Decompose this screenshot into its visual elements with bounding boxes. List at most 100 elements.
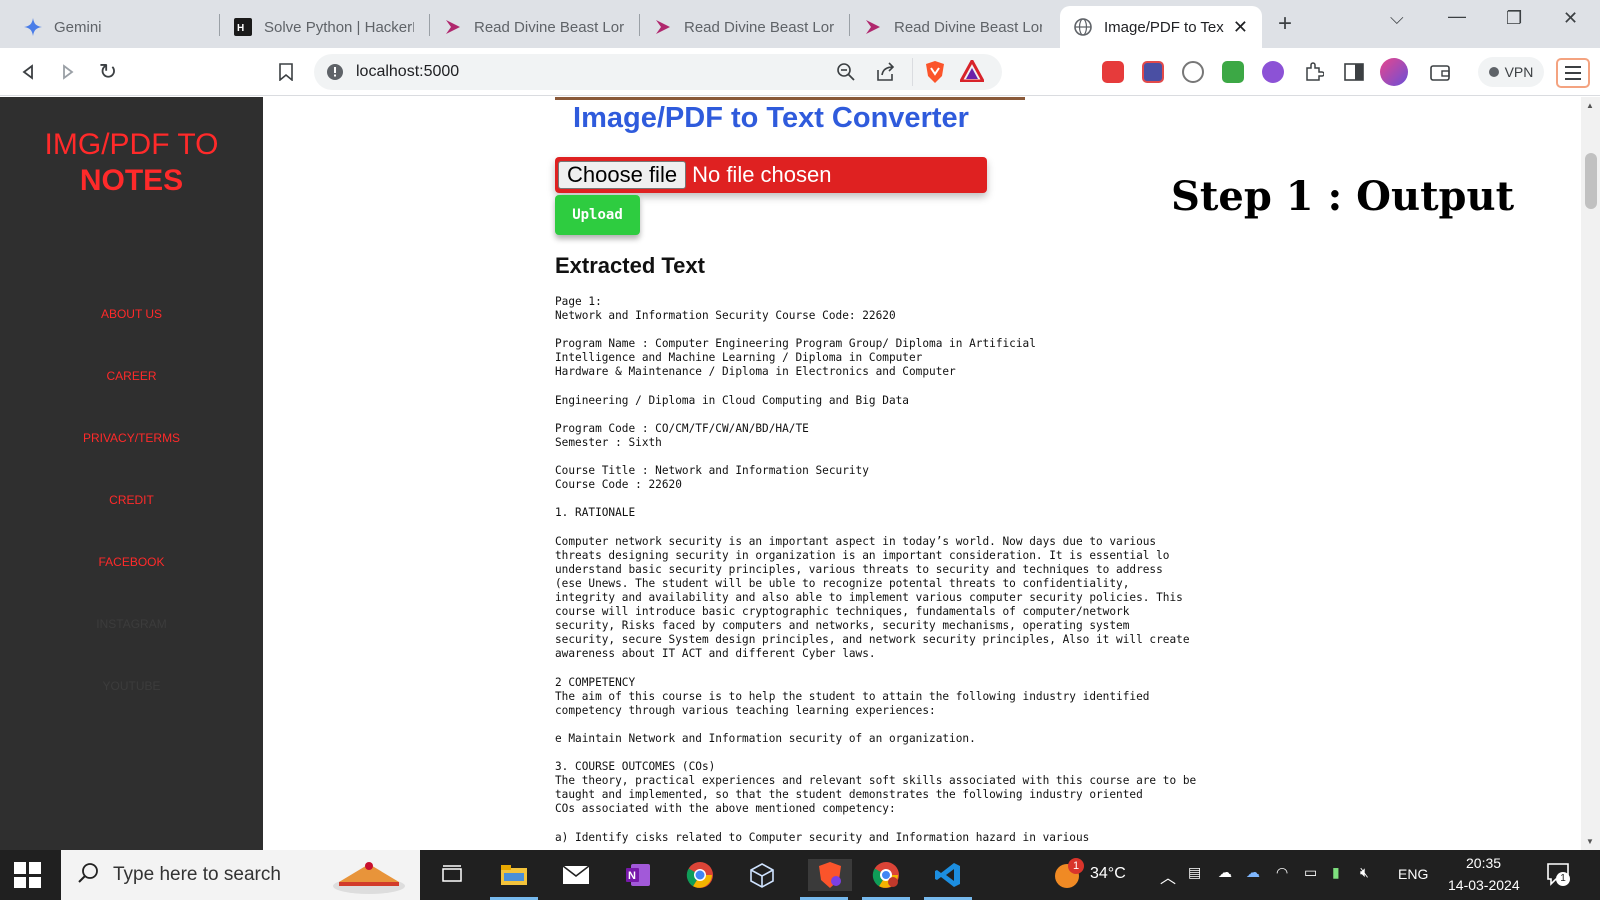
nav-career[interactable]: CAREER [0, 369, 263, 383]
onedrive-cloud-icon[interactable]: ☁ [1218, 864, 1232, 881]
wallet-icon[interactable] [1428, 60, 1452, 84]
windows-start-icon[interactable] [14, 862, 42, 888]
brave-rewards-icon[interactable] [958, 57, 986, 87]
tab-title: Gemini [54, 18, 102, 36]
display-icon[interactable]: ▭ [1304, 864, 1317, 881]
vscode-icon[interactable] [932, 859, 964, 891]
file-explorer-icon[interactable] [498, 859, 530, 891]
browser-tab-strip: Gemini H Solve Python | HackerR Read Div… [0, 0, 1600, 48]
tab-gemini[interactable]: Gemini [10, 6, 218, 48]
scroll-down-icon[interactable]: ▼ [1586, 837, 1594, 846]
clock-time[interactable]: 20:35 [1466, 855, 1501, 871]
extracted-text-line: awareness about IT ACT and different Cyb… [555, 647, 876, 661]
brand-line-1: IMG/PDF TO [44, 128, 219, 161]
nav-privacy-terms[interactable]: PRIVACY/TERMS [0, 431, 263, 445]
extracted-text-line: a) Identify cisks related to Computer se… [555, 830, 1090, 844]
extracted-text-line: threats designing security in organizati… [555, 548, 1170, 562]
close-tab-icon[interactable]: ✕ [1225, 17, 1248, 38]
extracted-text-line: Program Code : CO/CM/TF/CW/AN/BD/HA/TE [555, 421, 809, 435]
page-scrollbar[interactable]: ▲ ▼ [1581, 97, 1600, 850]
onedrive-sync-icon[interactable]: ☁ [1246, 864, 1260, 881]
tab-read-novel-1[interactable]: Read Divine Beast Lord [430, 6, 638, 48]
brave-browser-icon[interactable] [808, 859, 852, 891]
weather-icon[interactable]: 1 [1052, 858, 1084, 890]
chrome-profile-icon[interactable] [870, 859, 902, 891]
extensions-puzzle-icon[interactable] [1302, 60, 1326, 84]
task-view-icon[interactable] [436, 859, 468, 891]
tray-app-icon[interactable]: ▤ [1188, 864, 1201, 881]
tab-read-novel-2[interactable]: Read Divine Beast Lord [640, 6, 848, 48]
forward-icon[interactable] [56, 60, 80, 84]
extracted-text-line: COs associated with the above mentioned … [555, 802, 896, 816]
extracted-text-line: The aim of this course is to help the st… [555, 689, 1150, 703]
sidebar-toggle-icon[interactable] [1342, 60, 1366, 84]
vpn-button[interactable]: VPN [1478, 57, 1544, 87]
step-label: Step 1 : Output [1171, 173, 1515, 220]
restore-icon[interactable]: ❐ [1506, 8, 1522, 29]
extracted-text-line: Computer network security is an importan… [555, 534, 1157, 548]
back-icon[interactable] [16, 60, 40, 84]
language-indicator[interactable]: ENG [1398, 866, 1428, 882]
extension-red-icon[interactable] [1102, 61, 1124, 83]
svg-text:H: H [237, 23, 244, 34]
extracted-text-line: Network and Information Security Course … [555, 309, 896, 323]
extracted-text-line: understand basic security principles, va… [555, 562, 1163, 576]
reload-icon[interactable]: ↻ [96, 59, 120, 84]
extracted-text-line: Page 1: [555, 295, 602, 308]
zoom-icon[interactable] [836, 62, 856, 87]
new-tab-button[interactable]: + [1278, 10, 1292, 38]
tab-title: Read Divine Beast Lord [894, 18, 1042, 36]
taskbar-search[interactable]: Type here to search [61, 850, 420, 900]
novel-site-icon [654, 18, 672, 36]
extracted-text-line: Semester : Sixth [555, 435, 662, 449]
scroll-up-icon[interactable]: ▲ [1586, 101, 1594, 110]
battery-icon[interactable]: ▮ [1332, 864, 1340, 881]
scroll-thumb[interactable] [1585, 153, 1597, 209]
profile-avatar[interactable] [1380, 58, 1408, 86]
page-title: Image/PDF to Text Converter [573, 102, 969, 134]
tray-chevron-icon[interactable]: ︿ [1160, 864, 1176, 888]
nav-credit[interactable]: CREDIT [0, 493, 263, 507]
share-icon[interactable] [876, 62, 896, 87]
clock-date[interactable]: 14-03-2024 [1448, 877, 1520, 893]
svg-text:N: N [628, 870, 636, 882]
nav-instagram[interactable]: INSTAGRAM [0, 617, 263, 631]
brand-logo: IMG/PDF TO NOTES [0, 127, 263, 199]
hackerrank-icon: H [234, 18, 252, 36]
wifi-icon[interactable]: ◠ [1276, 864, 1288, 881]
speaker-muted-icon[interactable]: 🔇︎ [1360, 864, 1369, 881]
extension-blue-icon[interactable] [1142, 61, 1164, 83]
nav-about-us[interactable]: ABOUT US [0, 307, 263, 321]
choose-file-button[interactable]: Choose file [558, 161, 687, 189]
site-info-icon[interactable] [326, 63, 344, 86]
extension-green-icon[interactable] [1222, 61, 1244, 83]
tab-hackerrank[interactable]: H Solve Python | HackerR [220, 6, 428, 48]
notification-center-icon[interactable]: 1 [1546, 862, 1570, 891]
bookmark-icon[interactable] [274, 60, 298, 84]
nav-facebook[interactable]: FACEBOOK [0, 555, 263, 569]
address-bar[interactable]: localhost:5000 [314, 54, 1002, 90]
tab-image-pdf-converter[interactable]: Image/PDF to Tex ✕ [1060, 6, 1262, 48]
extension-brain-icon[interactable] [1262, 61, 1284, 83]
vpn-status-icon [1488, 67, 1499, 77]
mail-icon[interactable] [560, 859, 592, 891]
extracted-text-line: e Maintain Network and Information secur… [555, 731, 976, 745]
upload-button[interactable]: Upload [555, 195, 640, 235]
extracted-text-line: (ese Unews. The student will be uble to … [555, 576, 1130, 590]
nav-youtube[interactable]: YOUTUBE [0, 679, 263, 693]
tab-read-novel-3[interactable]: Read Divine Beast Lord [850, 6, 1056, 48]
brave-shield-icon[interactable] [924, 60, 946, 89]
extension-cloud-icon[interactable] [1182, 61, 1204, 83]
close-window-icon[interactable]: ✕ [1563, 8, 1578, 29]
tab-search-chevron-icon[interactable]: ⌵ [1390, 8, 1404, 29]
chrome-icon[interactable] [684, 859, 716, 891]
main-content: Image/PDF to Text Converter Choose file … [263, 97, 1581, 850]
3d-viewer-icon[interactable] [746, 859, 778, 891]
browser-menu-button[interactable] [1556, 58, 1590, 88]
extracted-text-line: Course Title : Network and Information S… [555, 464, 869, 478]
minimize-icon[interactable]: — [1448, 6, 1466, 27]
extracted-text-line: 3. COURSE OUTCOMES (COs) [555, 760, 716, 774]
onenote-icon[interactable]: N [622, 859, 654, 891]
novel-site-icon [864, 18, 882, 36]
file-input[interactable]: Choose file No file chosen [555, 157, 987, 193]
